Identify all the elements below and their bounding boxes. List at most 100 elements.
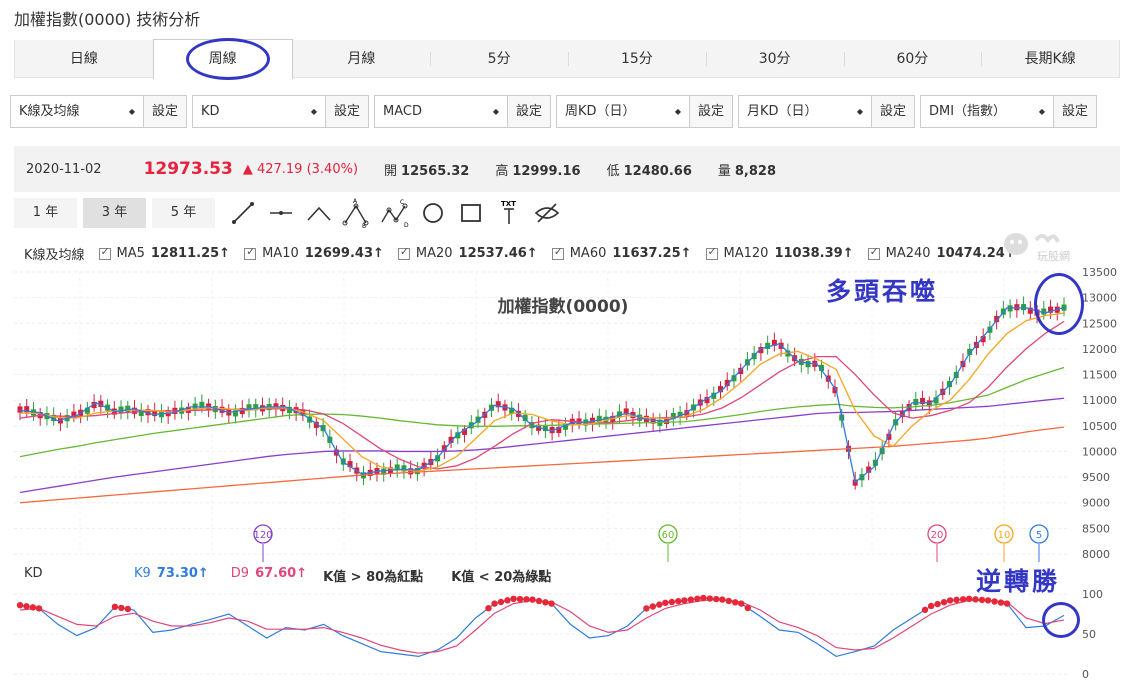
tab-monthly[interactable]: 月線 — [293, 40, 431, 77]
tab-long-term[interactable]: 長期K線 — [981, 40, 1119, 77]
abc-pattern-icon[interactable]: AB — [342, 198, 372, 228]
annotation-reversal: 逆轉勝 — [976, 567, 1061, 596]
range-5y-button[interactable]: 5 年 — [152, 198, 215, 228]
indicator-select-3[interactable]: MACD ◆ — [375, 96, 507, 127]
kd-red-dot — [491, 600, 498, 607]
range-buttons: 1 年 3 年 5 年 — [14, 198, 215, 228]
y-tick-label: 9500 — [1082, 471, 1110, 484]
indicator-select-4[interactable]: 周KD（日） ◆ — [557, 96, 689, 127]
checkbox-icon — [867, 245, 880, 260]
kd-red-dot — [725, 597, 732, 605]
quote-change: ▲ 427.19 (3.40%) — [242, 161, 359, 177]
abcd-pattern-icon[interactable]: CD — [380, 198, 410, 228]
k9-label: K9 — [134, 566, 151, 581]
svg-text:B: B — [362, 223, 366, 228]
candle-body — [805, 361, 811, 368]
kd-red-dot — [668, 598, 676, 606]
chart-title: 加權指數(0000) — [497, 296, 629, 317]
range-3y-button[interactable]: 3 年 — [83, 198, 146, 228]
y-tick-label: 12500 — [1082, 317, 1117, 330]
checkbox-icon — [705, 245, 718, 260]
open-label: 開 — [384, 163, 398, 179]
tab-60min[interactable]: 60分 — [843, 40, 982, 77]
y-tick-label: 11000 — [1082, 394, 1117, 407]
price-chart: 13500 13000 12500 12000 11500 11000 10500 10000… — [14, 266, 1117, 562]
annotation-bullish-engulfing: 多頭吞噬 — [826, 277, 939, 306]
drawing-toolbar: AB CD TXT — [228, 198, 562, 228]
kd-red-dot — [118, 604, 125, 612]
ma-marker-label: 5 — [1036, 530, 1042, 541]
ma120-toggle[interactable]: MA120 11038.39↑ — [705, 245, 854, 261]
ma-line-ma240 — [19, 426, 1065, 504]
ma-legend: K線及均線 MA5 12811.25↑ MA10 12699.43↑ MA20 125… — [24, 244, 1016, 264]
checkbox-icon — [244, 245, 257, 260]
indicator-select-6[interactable]: DMI（指數） ◆ — [921, 96, 1053, 127]
volume-value: 8,828 — [734, 163, 777, 179]
kd-red-dot — [700, 594, 707, 602]
quote-open: 開 12565.32 — [384, 160, 469, 179]
kd-red-dot — [516, 595, 524, 603]
kd-red-dot — [997, 599, 1005, 606]
indicator-select-2[interactable]: KD ◆ — [193, 96, 325, 127]
kd-red-dot — [649, 603, 657, 610]
settings-button[interactable]: 設定 — [143, 96, 186, 127]
segment-tool-icon[interactable] — [266, 198, 296, 228]
indicator-select-1[interactable]: K線及均線 ◆ — [11, 96, 143, 127]
checkbox-icon — [397, 245, 410, 260]
settings-button[interactable]: 設定 — [325, 96, 368, 127]
tab-15min[interactable]: 15分 — [568, 40, 706, 77]
kd-red-dot — [485, 605, 492, 612]
ma20-toggle[interactable]: MA20 12537.46↑ — [397, 245, 538, 261]
quote-low: 低 12480.66 — [607, 160, 692, 179]
kd-red-dot — [681, 597, 688, 604]
high-value: 12999.16 — [512, 163, 581, 179]
ma60-toggle[interactable]: MA60 11637.25↑ — [551, 245, 692, 261]
candle-body — [118, 406, 124, 413]
tab-30min[interactable]: 30分 — [705, 40, 844, 77]
tab-weekly[interactable]: 周線 — [152, 39, 293, 79]
ma5-toggle[interactable]: MA5 12811.25↑ — [98, 245, 230, 261]
quote-date: 2020-11-02 — [26, 161, 102, 177]
candle-body — [1014, 304, 1020, 311]
period-tabs: 日線 周線 月線 5分 15分 30分 60分 長期K線 — [14, 39, 1120, 79]
ma-name: MA20 — [415, 246, 453, 261]
settings-button[interactable]: 設定 — [689, 96, 732, 127]
indicator-select-5[interactable]: 月KD（日） ◆ — [739, 96, 871, 127]
kd-red-dot — [984, 597, 992, 604]
kd-red-dot — [694, 595, 701, 602]
ma240-toggle[interactable]: MA24010474.24↑ — [867, 245, 1016, 261]
kd-red-dot — [946, 597, 954, 604]
settings-button[interactable]: 設定 — [1053, 96, 1096, 127]
settings-button[interactable]: 設定 — [507, 96, 550, 127]
kd-red-dot — [510, 595, 517, 602]
tab-5min[interactable]: 5分 — [430, 40, 568, 77]
tab-daily[interactable]: 日線 — [15, 40, 153, 77]
updown-arrow-icon: ◆ — [128, 107, 135, 116]
range-1y-button[interactable]: 1 年 — [14, 198, 77, 228]
ma10-toggle[interactable]: MA10 12699.43↑ — [244, 245, 384, 261]
kd-note-red: K值 > 80為紅點 — [323, 570, 424, 585]
low-label: 低 — [606, 163, 620, 179]
svg-text:C: C — [400, 199, 404, 206]
y-tick-label: 13000 — [1082, 292, 1117, 305]
hide-icon[interactable] — [532, 198, 562, 228]
y-tick-label: 9000 — [1082, 497, 1110, 510]
volume-label: 量 — [717, 163, 731, 179]
kd-red-dot — [16, 602, 24, 609]
line-tool-icon[interactable] — [228, 198, 258, 228]
y-tick-label: 8500 — [1082, 522, 1110, 535]
kd-red-dot — [523, 596, 530, 603]
rectangle-tool-icon[interactable] — [456, 198, 486, 228]
kd-red-dot — [548, 600, 555, 607]
text-tool-icon[interactable]: TXT — [494, 198, 524, 228]
kd-red-dot — [738, 600, 745, 607]
selector-group: 周KD（日） ◆ 設定 — [556, 95, 733, 128]
ma-value: 12699.43↑ — [304, 246, 384, 261]
kd-red-dot — [921, 606, 929, 614]
settings-button[interactable]: 設定 — [871, 96, 914, 127]
angle-tool-icon[interactable] — [304, 198, 334, 228]
kd-red-dot — [953, 596, 960, 604]
kd-legend: KD K9 73.30↑ D9 67.60↑ K值 > 80為紅點 K值 < 2… — [24, 566, 551, 585]
circle-tool-icon[interactable] — [418, 198, 448, 228]
y-tick-label: 11500 — [1082, 369, 1117, 382]
